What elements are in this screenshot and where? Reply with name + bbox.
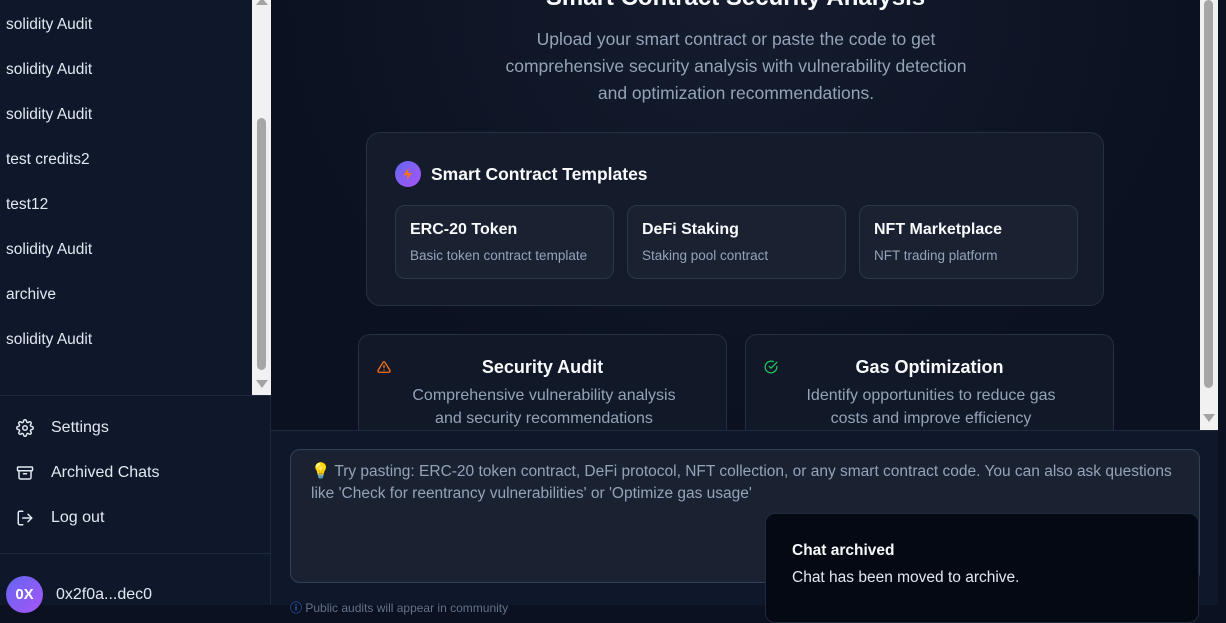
scroll-up-arrow-icon[interactable] [256, 0, 268, 5]
template-desc: NFT trading platform [874, 248, 998, 263]
avatar: 0X [6, 576, 43, 613]
sidebar: solidity Audit solidity Audit solidity A… [0, 0, 271, 613]
sidebar-divider [0, 553, 271, 554]
archived-chats-button[interactable]: Archived Chats [16, 461, 160, 485]
template-name: ERC-20 Token [410, 221, 518, 238]
chat-item[interactable]: solidity Audit [6, 61, 92, 79]
chat-item[interactable]: archive [6, 286, 56, 304]
scrollbar-thumb[interactable] [257, 118, 266, 370]
archived-chats-label: Archived Chats [51, 464, 160, 481]
chat-item[interactable]: test12 [6, 196, 48, 214]
template-desc: Basic token contract template [410, 248, 588, 263]
settings-label: Settings [51, 419, 109, 436]
main-content: Smart Contract Security Analysis Upload … [271, 0, 1200, 430]
info-icon: ⓘ [290, 601, 303, 615]
toast-message: Chat has been moved to archive. [792, 569, 1020, 586]
chat-item[interactable]: solidity Audit [6, 16, 92, 34]
main-scrollbar[interactable] [1200, 0, 1218, 430]
archive-icon [16, 466, 34, 480]
sidebar-scrollbar[interactable] [252, 0, 271, 395]
chat-item[interactable]: solidity Audit [6, 331, 92, 349]
toast-notification[interactable]: Chat archived Chat has been moved to arc… [765, 513, 1199, 623]
feature-desc: Comprehensive vulnerability analysis and… [412, 387, 676, 427]
templates-panel: Smart Contract Templates ERC-20 Token Ba… [366, 132, 1104, 306]
wallet-address: 0x2f0a...dec0 [56, 585, 153, 603]
scroll-down-arrow-icon[interactable] [1203, 414, 1215, 422]
user-profile[interactable]: 0X 0x2f0a...dec0 [6, 576, 152, 613]
window-edge [1218, 0, 1226, 605]
template-card-defi-staking[interactable]: DeFi Staking Staking pool contract [627, 205, 846, 279]
gear-icon [16, 419, 34, 437]
feature-card-gas-optimization: Gas Optimization Identify opportunities … [745, 334, 1114, 430]
templates-title: Smart Contract Templates [431, 163, 648, 184]
chat-item[interactable]: solidity Audit [6, 241, 92, 259]
chat-history-list: solidity Audit solidity Audit solidity A… [0, 0, 252, 395]
bolt-icon [395, 161, 421, 187]
template-desc: Staking pool contract [642, 248, 769, 263]
template-card-nft-marketplace[interactable]: NFT Marketplace NFT trading platform [859, 205, 1078, 279]
community-hint: ⓘ Public audits will appear in community [290, 599, 508, 616]
page-description: Upload your smart contract or paste the … [505, 29, 967, 103]
feature-card-security-audit: Security Audit Comprehensive vulnerabili… [358, 334, 727, 430]
feature-title: Gas Optimization [855, 357, 1004, 377]
page-title: Smart Contract Security Analysis [271, 0, 1200, 12]
logout-label: Log out [51, 509, 105, 526]
logout-button[interactable]: Log out [16, 506, 104, 530]
settings-button[interactable]: Settings [16, 416, 109, 440]
sidebar-divider [0, 395, 271, 396]
toast-title: Chat archived [792, 542, 895, 559]
template-card-erc20[interactable]: ERC-20 Token Basic token contract templa… [395, 205, 614, 279]
feature-title: Security Audit [481, 357, 604, 377]
community-hint-text: Public audits will appear in community [305, 601, 509, 615]
chat-item[interactable]: test credits2 [6, 151, 90, 169]
template-name: DeFi Staking [642, 221, 739, 238]
feature-desc: Identify opportunities to reduce gas cos… [806, 387, 1056, 427]
chat-item[interactable]: solidity Audit [6, 106, 92, 124]
scrollbar-thumb[interactable] [1204, 0, 1213, 388]
logout-icon [17, 510, 33, 526]
scroll-down-arrow-icon[interactable] [256, 380, 268, 388]
template-name: NFT Marketplace [874, 221, 1003, 238]
